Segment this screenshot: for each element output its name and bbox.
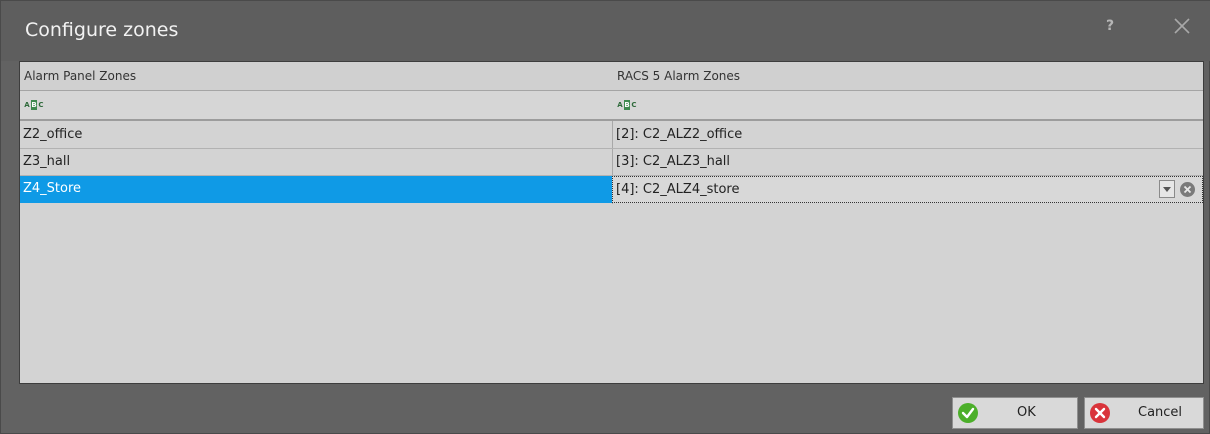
- clear-icon: [1180, 182, 1195, 197]
- dialog-title: Configure zones: [25, 19, 179, 41]
- cancel-label: Cancel: [1138, 405, 1183, 420]
- ok-label: OK: [1017, 405, 1036, 420]
- cell-panel-zone[interactable]: Z2_office: [20, 122, 612, 148]
- checkmark-icon: [958, 403, 978, 423]
- close-icon: [1174, 18, 1190, 34]
- cell-panel-zone[interactable]: Z3_hall: [20, 149, 612, 175]
- cancel-icon: [1090, 403, 1110, 423]
- abc-filter-icon: ABC: [617, 100, 637, 110]
- filter-cell-alarm-panel-zones[interactable]: ABC: [20, 91, 612, 119]
- racs-zone-combobox[interactable]: [4]: C2_ALZ4_store: [612, 176, 1203, 203]
- table-row[interactable]: Z3_hall [3]: C2_ALZ3_hall: [20, 149, 1203, 176]
- table-row-selected[interactable]: Z4_Store [4]: C2_ALZ4_store: [20, 176, 1203, 203]
- cell-racs-zone[interactable]: [3]: C2_ALZ3_hall: [613, 149, 1203, 175]
- cancel-button[interactable]: Cancel: [1084, 397, 1204, 429]
- filter-cell-racs-alarm-zones[interactable]: ABC: [613, 91, 1203, 119]
- table-row[interactable]: Z2_office [2]: C2_ALZ2_office: [20, 122, 1203, 149]
- column-header-racs-alarm-zones[interactable]: RACS 5 Alarm Zones: [613, 62, 1203, 90]
- abc-filter-icon: ABC: [24, 100, 44, 110]
- dropdown-button[interactable]: [1159, 180, 1175, 198]
- configure-zones-dialog: Configure zones ? Alarm Panel Zones RACS…: [0, 0, 1210, 434]
- filter-row: ABC ABC: [20, 91, 1203, 121]
- combobox-value: [4]: C2_ALZ4_store: [616, 182, 740, 197]
- grid-header-row: Alarm Panel Zones RACS 5 Alarm Zones: [20, 62, 1203, 91]
- cell-racs-zone[interactable]: [2]: C2_ALZ2_office: [613, 122, 1203, 148]
- ok-button[interactable]: OK: [952, 397, 1078, 429]
- column-header-alarm-panel-zones[interactable]: Alarm Panel Zones: [20, 62, 612, 90]
- help-button[interactable]: ?: [1100, 16, 1120, 36]
- title-bar: Configure zones ?: [1, 1, 1210, 61]
- cell-panel-zone[interactable]: Z4_Store: [20, 176, 612, 203]
- zones-grid: Alarm Panel Zones RACS 5 Alarm Zones ABC…: [19, 61, 1204, 384]
- chevron-down-icon: [1163, 187, 1171, 192]
- close-button[interactable]: [1169, 13, 1195, 39]
- clear-button[interactable]: [1179, 181, 1196, 198]
